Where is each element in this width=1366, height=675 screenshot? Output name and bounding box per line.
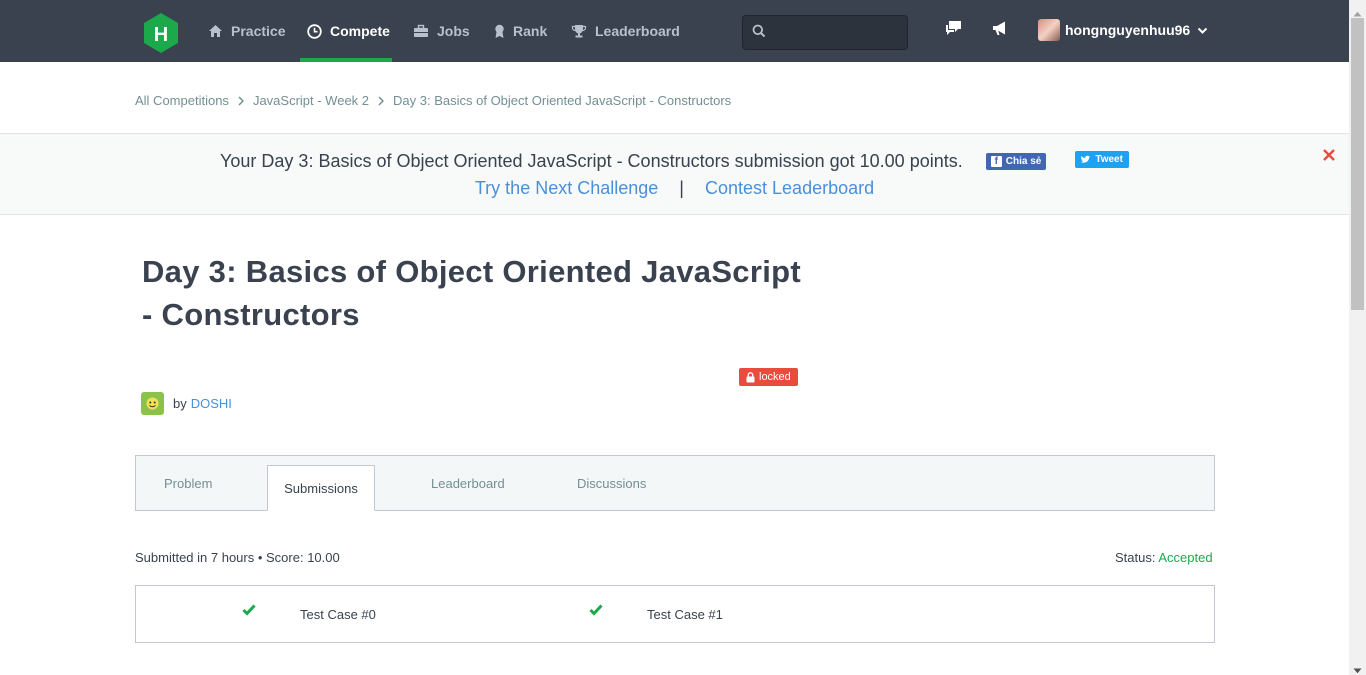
banner-message-row: Your Day 3: Basics of Object Oriented Ja… <box>0 151 1349 172</box>
nav-compete-label: Compete <box>330 23 390 39</box>
page-title-line2: - Constructors <box>142 297 360 332</box>
chevron-down-icon <box>1197 22 1208 38</box>
breadcrumb-all-competitions[interactable]: All Competitions <box>135 93 229 108</box>
username: hongnguyenhuu96 <box>1065 22 1191 38</box>
user-menu[interactable]: hongnguyenhuu96 <box>1038 19 1208 41</box>
author-link[interactable]: DOSHI <box>191 396 232 411</box>
link-separator: | <box>679 178 684 198</box>
challenge-tabs: Problem Submissions Leaderboard Discussi… <box>135 455 1215 511</box>
nav-practice-label: Practice <box>231 23 286 39</box>
banner-message: Your Day 3: Basics of Object Oriented Ja… <box>220 151 963 171</box>
nav-jobs[interactable]: Jobs <box>413 0 470 62</box>
contest-leaderboard-link[interactable]: Contest Leaderboard <box>705 178 874 198</box>
check-icon <box>242 604 256 619</box>
search-input[interactable] <box>773 22 901 44</box>
tweet-label: Tweet <box>1095 154 1123 165</box>
lock-icon <box>746 371 755 383</box>
submission-banner: Your Day 3: Basics of Object Oriented Ja… <box>0 133 1349 215</box>
svg-text:H: H <box>154 24 168 46</box>
status-badge: Accepted <box>1158 550 1213 565</box>
nav-jobs-label: Jobs <box>437 23 470 39</box>
page-title-line1: Day 3: Basics of Object Oriented JavaScr… <box>142 254 801 289</box>
clock-icon <box>307 23 322 39</box>
breadcrumb-challenge[interactable]: Day 3: Basics of Object Oriented JavaScr… <box>393 93 731 108</box>
nav-rank[interactable]: Rank <box>494 0 547 62</box>
search-box[interactable] <box>742 15 908 50</box>
nav-active-indicator <box>300 58 392 62</box>
twitter-icon <box>1081 155 1091 164</box>
share-label: Chia sẻ <box>1005 156 1042 167</box>
trophy-icon <box>571 24 587 38</box>
nav-practice[interactable]: Practice <box>208 0 285 62</box>
chevron-right-icon <box>238 95 244 106</box>
avatar <box>1038 19 1060 41</box>
nav-rank-label: Rank <box>513 23 548 39</box>
nav-leaderboard-label: Leaderboard <box>595 23 680 39</box>
nav-compete[interactable]: Compete <box>307 0 390 62</box>
banner-links-row: Try the Next Challenge | Contest Leaderb… <box>0 178 1349 199</box>
home-icon <box>208 24 223 38</box>
breadcrumb-contest[interactable]: JavaScript - Week 2 <box>253 93 369 108</box>
tab-leaderboard[interactable]: Leaderboard <box>431 456 505 511</box>
submission-info: Submitted in 7 hours • Score: 10.00 <box>135 550 340 565</box>
close-icon[interactable] <box>1322 148 1336 167</box>
page-title: Day 3: Basics of Object Oriented JavaScr… <box>142 250 822 336</box>
locked-badge: locked <box>739 368 798 386</box>
author-row: by DOSHI <box>141 392 232 415</box>
locked-label: locked <box>759 371 791 383</box>
status-label: Status: <box>1115 550 1156 565</box>
scrollbar-thumb[interactable] <box>1351 18 1364 310</box>
megaphone-icon[interactable] <box>991 20 1009 42</box>
scroll-down-icon[interactable] <box>1353 661 1362 675</box>
next-challenge-link[interactable]: Try the Next Challenge <box>475 178 658 198</box>
test-cases-panel: Test Case #0 Test Case #1 <box>135 585 1215 643</box>
tweet-button[interactable]: Tweet <box>1075 151 1129 168</box>
messages-icon[interactable] <box>944 20 963 42</box>
top-navbar: H Practice Compete Jobs Rank Leaderboard <box>0 0 1349 62</box>
ribbon-icon <box>494 24 505 39</box>
test-case-label: Test Case #0 <box>300 606 376 622</box>
hackerrank-logo[interactable]: H <box>142 12 180 54</box>
submission-status: Status: Accepted <box>1115 550 1213 565</box>
check-icon <box>589 604 603 619</box>
facebook-icon: f <box>990 156 1002 167</box>
nav-leaderboard[interactable]: Leaderboard <box>571 0 680 62</box>
chevron-right-icon <box>378 95 385 106</box>
briefcase-icon <box>413 24 429 38</box>
tab-problem[interactable]: Problem <box>164 456 212 511</box>
author-by: by <box>173 396 187 411</box>
search-icon <box>752 24 766 43</box>
breadcrumb: All Competitions JavaScript - Week 2 Day… <box>135 93 731 108</box>
author-avatar <box>141 392 164 415</box>
tab-submissions[interactable]: Submissions <box>267 465 375 511</box>
test-case-label: Test Case #1 <box>647 606 723 622</box>
tab-discussions[interactable]: Discussions <box>577 456 646 511</box>
facebook-share-button[interactable]: f Chia sẻ <box>985 153 1047 170</box>
